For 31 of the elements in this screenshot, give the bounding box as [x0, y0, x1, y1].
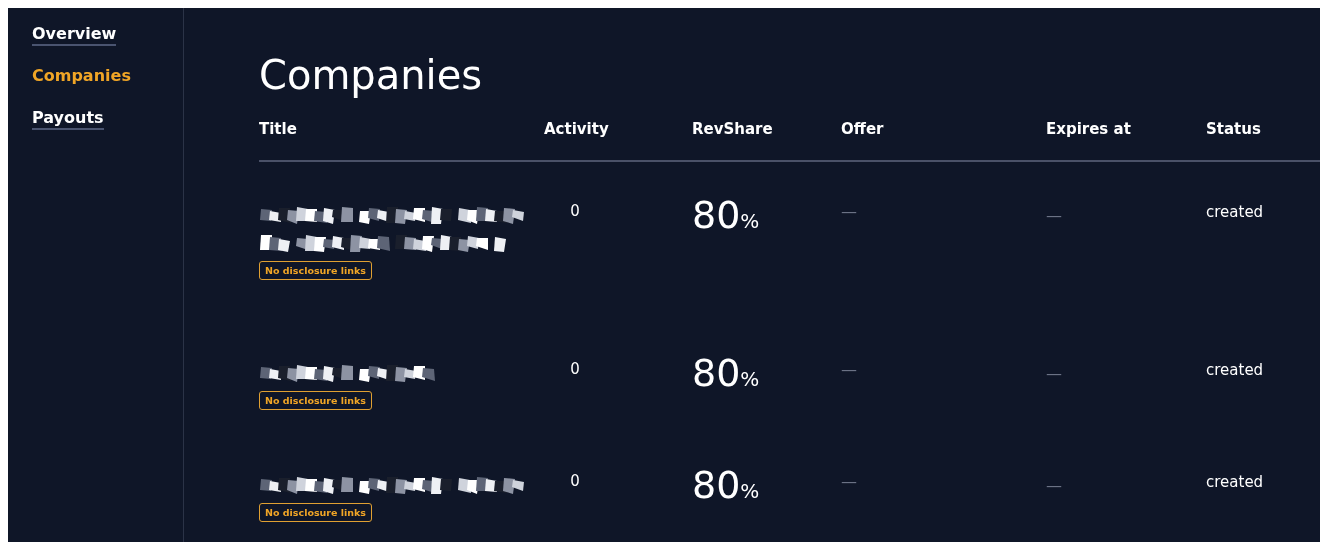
- column-header: Expires at: [1046, 120, 1132, 138]
- sidebar-item[interactable]: Payouts: [32, 108, 104, 130]
- table-cell: —: [1046, 476, 1062, 495]
- sidebar-item[interactable]: Overview: [32, 24, 117, 46]
- column-header: RevShare: [692, 120, 774, 138]
- percent-sign: %: [740, 479, 760, 503]
- column-header: Offer: [841, 120, 885, 138]
- percent-sign: %: [740, 367, 760, 391]
- warning-badge: No disclosure links: [259, 391, 372, 410]
- page-title: Companies: [259, 52, 484, 98]
- table-cell: —: [841, 360, 857, 379]
- table-cell: —: [1046, 364, 1062, 383]
- revshare-value: 80: [692, 463, 741, 507]
- column-header: Activity: [544, 120, 610, 138]
- table-cell-text: 0: [569, 472, 581, 490]
- sidebar-item[interactable]: Companies: [32, 66, 131, 88]
- table-cell-text: 0: [569, 202, 581, 220]
- revshare-value: 80: [692, 193, 741, 237]
- revshare-value: 80: [692, 351, 741, 395]
- table-cell: —: [841, 472, 857, 491]
- column-header: Title: [259, 120, 298, 138]
- table-cell: created: [1206, 361, 1264, 379]
- table-cell: —: [1046, 206, 1062, 225]
- table-cell: created: [1206, 203, 1264, 221]
- column-header: Status: [1206, 120, 1262, 138]
- warning-badge: No disclosure links: [259, 503, 372, 522]
- warning-badge: No disclosure links: [259, 261, 372, 280]
- table-cell: —: [841, 202, 857, 221]
- table-cell-text: 0: [569, 360, 581, 378]
- table-cell: created: [1206, 473, 1264, 491]
- percent-sign: %: [740, 209, 760, 233]
